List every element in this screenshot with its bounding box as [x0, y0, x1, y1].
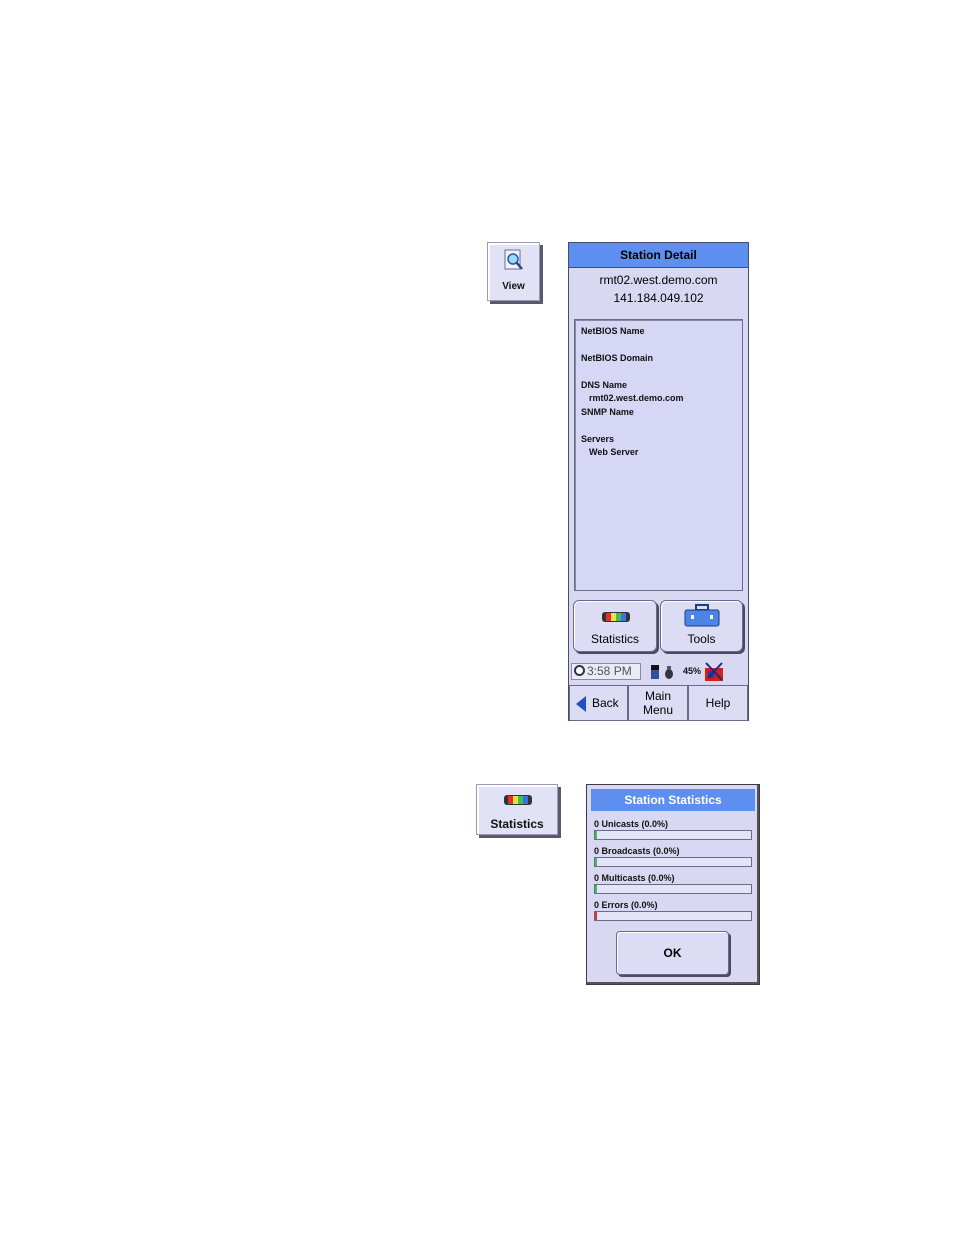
broadcasts-bar-fill: [595, 858, 597, 866]
multicasts-bar: [594, 884, 752, 894]
back-label: Back: [592, 696, 619, 710]
back-arrow-icon: [576, 696, 586, 712]
errors-bar: [594, 911, 752, 921]
clock-time: 3:58 PM: [587, 664, 632, 678]
station-statistics-panel: Station Statistics 0 Unicasts (0.0%) 0 B…: [586, 784, 760, 985]
station-info-box: NetBIOS Name NetBIOS Domain DNS Name rmt…: [574, 319, 743, 591]
broadcasts-bar: [594, 857, 752, 867]
station-hostname: rmt02.west.demo.com: [599, 273, 718, 287]
clock-icon: [574, 665, 585, 676]
view-button-label: View: [502, 281, 525, 292]
errors-label: 0 Errors (0.0%): [594, 900, 658, 910]
main-menu-label-line2: Menu: [642, 703, 674, 717]
multicasts-bar-fill: [595, 885, 597, 893]
errors-bar-fill: [595, 912, 597, 920]
statistics-button[interactable]: Statistics: [573, 600, 657, 652]
unicasts-bar: [594, 830, 752, 840]
station-statistics-title: Station Statistics: [591, 789, 755, 811]
statistics-button-standalone[interactable]: Statistics: [476, 784, 558, 835]
help-label: Help: [705, 696, 731, 710]
magnifier-icon: [504, 249, 523, 270]
status-bar: 3:58 PM 45%: [569, 660, 748, 684]
battery-percent: 45%: [683, 666, 702, 676]
multicasts-label: 0 Multicasts (0.0%): [594, 873, 675, 883]
clock-display[interactable]: 3:58 PM: [571, 663, 641, 680]
dns-name-value: rmt02.west.demo.com: [589, 393, 684, 403]
unicasts-label: 0 Unicasts (0.0%): [594, 819, 669, 829]
servers-value: Web Server: [589, 447, 639, 457]
battery-icon: [651, 665, 673, 679]
toolbox-icon: [684, 604, 720, 627]
broadcasts-label: 0 Broadcasts (0.0%): [594, 846, 680, 856]
help-button[interactable]: Help: [688, 685, 748, 721]
unicasts-bar-fill: [595, 831, 597, 839]
statistics-icon: [504, 795, 532, 805]
network-link-icon[interactable]: [704, 662, 726, 682]
tools-button-label: Tools: [687, 632, 716, 646]
netbios-domain-label: NetBIOS Domain: [581, 353, 654, 363]
statistics-standalone-label: Statistics: [490, 817, 544, 831]
statistics-icon: [602, 612, 630, 622]
netbios-name-label: NetBIOS Name: [581, 326, 645, 336]
servers-label: Servers: [581, 434, 615, 444]
main-menu-button[interactable]: Main Menu: [628, 685, 688, 721]
view-button[interactable]: View: [487, 242, 540, 301]
main-menu-label-line1: Main: [644, 689, 671, 703]
station-detail-panel: Station Detail rmt02.west.demo.com 141.1…: [568, 242, 749, 721]
tools-button[interactable]: Tools: [660, 600, 743, 652]
station-detail-title: Station Detail: [569, 243, 748, 268]
back-button[interactable]: Back: [569, 685, 628, 721]
statistics-button-label: Statistics: [590, 632, 639, 646]
snmp-name-label: SNMP Name: [581, 407, 634, 417]
ok-button[interactable]: OK: [616, 931, 729, 975]
station-ip: 141.184.049.102: [613, 291, 704, 305]
dns-name-label: DNS Name: [581, 380, 628, 390]
